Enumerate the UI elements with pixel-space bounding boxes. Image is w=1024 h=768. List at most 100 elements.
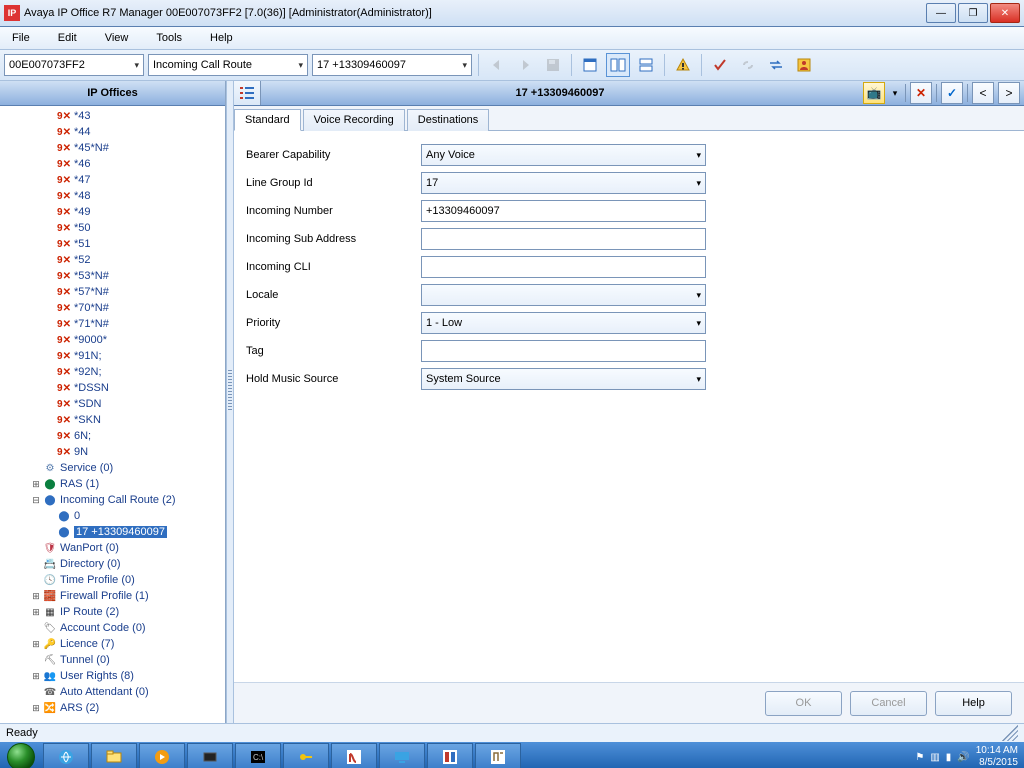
tree-node[interactable]: 9✕*44 (0, 124, 225, 140)
tab-voice-recording[interactable]: Voice Recording (303, 109, 405, 131)
menu-tools[interactable]: Tools (150, 30, 188, 46)
prio-combo[interactable]: 1 - Low▾ (421, 312, 706, 334)
tree-node[interactable]: 9✕6N; (0, 428, 225, 444)
taskbar-cmd-icon[interactable]: C:\ (235, 743, 281, 768)
tool-save-icon[interactable] (541, 53, 565, 77)
tree-node[interactable]: 9✕*53*N# (0, 268, 225, 284)
tree-node[interactable]: 9✕*43 (0, 108, 225, 124)
tree-node[interactable]: 9✕*46 (0, 156, 225, 172)
detail-new-icon[interactable]: 📺 (863, 82, 885, 104)
taskbar-app1-icon[interactable] (187, 743, 233, 768)
ok-button[interactable]: OK (765, 691, 842, 716)
start-button[interactable] (0, 742, 42, 768)
tree-node[interactable]: 📇Directory (0) (0, 556, 225, 572)
incnum-field[interactable]: +13309460097 (421, 200, 706, 222)
tree-node[interactable]: 🕓Time Profile (0) (0, 572, 225, 588)
tray-wifi-icon[interactable]: ▮ (946, 752, 952, 763)
tool-sync-icon[interactable] (764, 53, 788, 77)
tool-link-icon[interactable] (736, 53, 760, 77)
menu-view[interactable]: View (99, 30, 135, 46)
nav-tree[interactable]: 9✕*439✕*449✕*45*N#9✕*469✕*479✕*489✕*499✕… (0, 106, 225, 723)
tree-node[interactable]: ⊟⬤Incoming Call Route (2) (0, 492, 225, 508)
maximize-button[interactable]: ❐ (958, 3, 988, 23)
tree-node[interactable]: ⊞🔑Licence (7) (0, 636, 225, 652)
tool-forward-icon[interactable] (513, 53, 537, 77)
taskbar-tool-icon[interactable] (475, 743, 521, 768)
taskbar-ie-icon[interactable] (43, 743, 89, 768)
resize-grip-icon[interactable] (1002, 725, 1018, 741)
close-button[interactable]: ✕ (990, 3, 1020, 23)
tree-node[interactable]: ⊞🧱Firewall Profile (1) (0, 588, 225, 604)
tree-node[interactable]: 9✕*45*N# (0, 140, 225, 156)
tree-node[interactable]: 9✕*71*N# (0, 316, 225, 332)
tree-node[interactable]: 9✕*SDN (0, 396, 225, 412)
taskbar-key-icon[interactable] (283, 743, 329, 768)
tool-window3-icon[interactable] (634, 53, 658, 77)
hold-combo[interactable]: System Source▾ (421, 368, 706, 390)
detail-save-icon[interactable]: ✓ (941, 82, 963, 104)
menu-help[interactable]: Help (204, 30, 239, 46)
lgid-combo[interactable]: 17▾ (421, 172, 706, 194)
taskbar-monitor-icon[interactable] (379, 743, 425, 768)
splitter[interactable] (226, 81, 234, 723)
tree-node[interactable]: ⬤17 +13309460097 (0, 524, 225, 540)
bearer-combo[interactable]: Any Voice▾ (421, 144, 706, 166)
tree-node[interactable]: 9✕*92N; (0, 364, 225, 380)
tree-node[interactable]: 🏷Account Code (0) (0, 620, 225, 636)
tree-node[interactable]: 9✕*50 (0, 220, 225, 236)
tray-network-icon[interactable]: ▥ (930, 752, 939, 763)
tree-node[interactable]: 9✕*52 (0, 252, 225, 268)
tree-node[interactable]: 9✕*47 (0, 172, 225, 188)
tree-node[interactable]: 9✕*9000* (0, 332, 225, 348)
tree-node[interactable]: 9✕*70*N# (0, 300, 225, 316)
taskbar-wmp-icon[interactable] (139, 743, 185, 768)
tree-node[interactable]: ☎Auto Attendant (0) (0, 684, 225, 700)
tab-standard[interactable]: Standard (234, 109, 301, 131)
help-button[interactable]: Help (935, 691, 1012, 716)
incsub-field[interactable] (421, 228, 706, 250)
tab-destinations[interactable]: Destinations (407, 109, 490, 131)
system-combo[interactable]: 00E007073FF2▾ (4, 54, 144, 76)
tool-check-icon[interactable] (708, 53, 732, 77)
taskbar-manager-icon[interactable] (427, 743, 473, 768)
tree-node[interactable]: ⚙Service (0) (0, 460, 225, 476)
tool-alert-icon[interactable] (671, 53, 695, 77)
tree-node[interactable]: ⊞▦IP Route (2) (0, 604, 225, 620)
tree-node[interactable]: 9✕*91N; (0, 348, 225, 364)
tool-back-icon[interactable] (485, 53, 509, 77)
tray-flag-icon[interactable]: ⚑ (915, 752, 924, 763)
inccli-field[interactable] (421, 256, 706, 278)
tool-admin-icon[interactable] (792, 53, 816, 77)
tree-node[interactable]: 9✕*48 (0, 188, 225, 204)
tree-node[interactable]: ⛏Tunnel (0) (0, 652, 225, 668)
taskbar-explorer-icon[interactable] (91, 743, 137, 768)
tool-window2-icon[interactable] (606, 53, 630, 77)
detail-prev-icon[interactable]: < (972, 82, 994, 104)
minimize-button[interactable]: — (926, 3, 956, 23)
tray-clock[interactable]: 10:14 AM 8/5/2015 (976, 745, 1018, 768)
tag-field[interactable] (421, 340, 706, 362)
tree-node[interactable]: 9✕*DSSN (0, 380, 225, 396)
tool-window1-icon[interactable] (578, 53, 602, 77)
tree-node[interactable]: 9✕9N (0, 444, 225, 460)
chevron-down-icon[interactable]: ▾ (889, 83, 901, 103)
detail-next-icon[interactable]: > (998, 82, 1020, 104)
detail-delete-icon[interactable]: ✕ (910, 82, 932, 104)
menu-file[interactable]: File (6, 30, 36, 46)
tree-node[interactable]: 9✕*SKN (0, 412, 225, 428)
locale-combo[interactable]: ▾ (421, 284, 706, 306)
tray-volume-icon[interactable]: 🔊 (957, 752, 969, 763)
cancel-button[interactable]: Cancel (850, 691, 927, 716)
menu-edit[interactable]: Edit (52, 30, 83, 46)
tree-node[interactable]: 🛡WanPort (0) (0, 540, 225, 556)
list-view-icon[interactable] (234, 81, 261, 105)
type-combo[interactable]: Incoming Call Route▾ (148, 54, 308, 76)
tree-node[interactable]: 9✕*51 (0, 236, 225, 252)
tree-node[interactable]: ⬤0 (0, 508, 225, 524)
item-combo[interactable]: 17 +13309460097▾ (312, 54, 472, 76)
tree-node[interactable]: 9✕*57*N# (0, 284, 225, 300)
tree-node[interactable]: ⊞👥User Rights (8) (0, 668, 225, 684)
tree-node[interactable]: ⊞⬤RAS (1) (0, 476, 225, 492)
tree-node[interactable]: 9✕*49 (0, 204, 225, 220)
tree-node[interactable]: ⊞🔀ARS (2) (0, 700, 225, 716)
